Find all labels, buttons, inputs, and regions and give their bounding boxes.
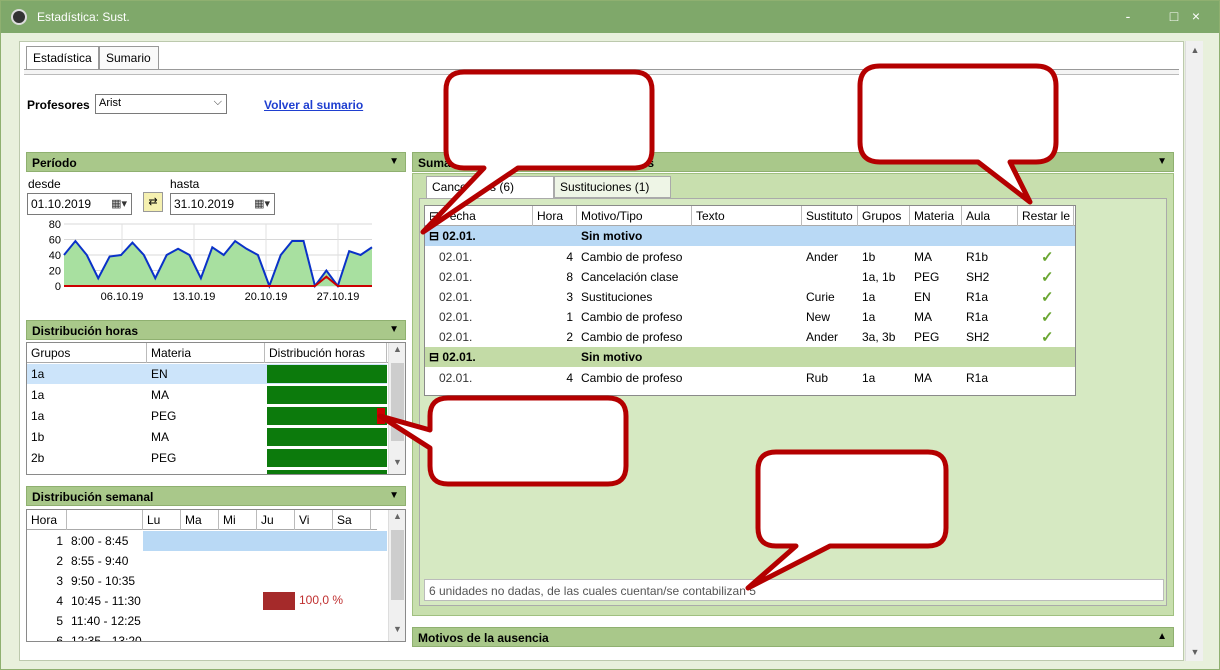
callout-bubble-2 (857, 63, 1059, 205)
window-title: Estadística: Sust. (37, 10, 130, 24)
scroll-down-icon[interactable]: ▼ (1186, 643, 1204, 661)
main-scrollbar[interactable]: ▲ ▼ (1185, 41, 1203, 661)
callout-bubble-3 (377, 395, 629, 487)
title-bar: Estadística: Sust. - □ × (1, 1, 1219, 33)
minimize-button[interactable]: - (1105, 1, 1151, 33)
callouts-overlay (377, 63, 1059, 591)
main-content: Estadística Sumario Profesores Arist ⌵ V… (19, 41, 1184, 661)
scroll-up-icon[interactable]: ▲ (1186, 41, 1204, 59)
close-button[interactable]: × (1173, 1, 1219, 33)
callout-bubble-1 (420, 69, 655, 235)
app-window: Estadística: Sust. - □ × Estadística Sum… (0, 0, 1220, 670)
callout-bubble-4 (745, 449, 949, 591)
app-icon (11, 9, 27, 25)
